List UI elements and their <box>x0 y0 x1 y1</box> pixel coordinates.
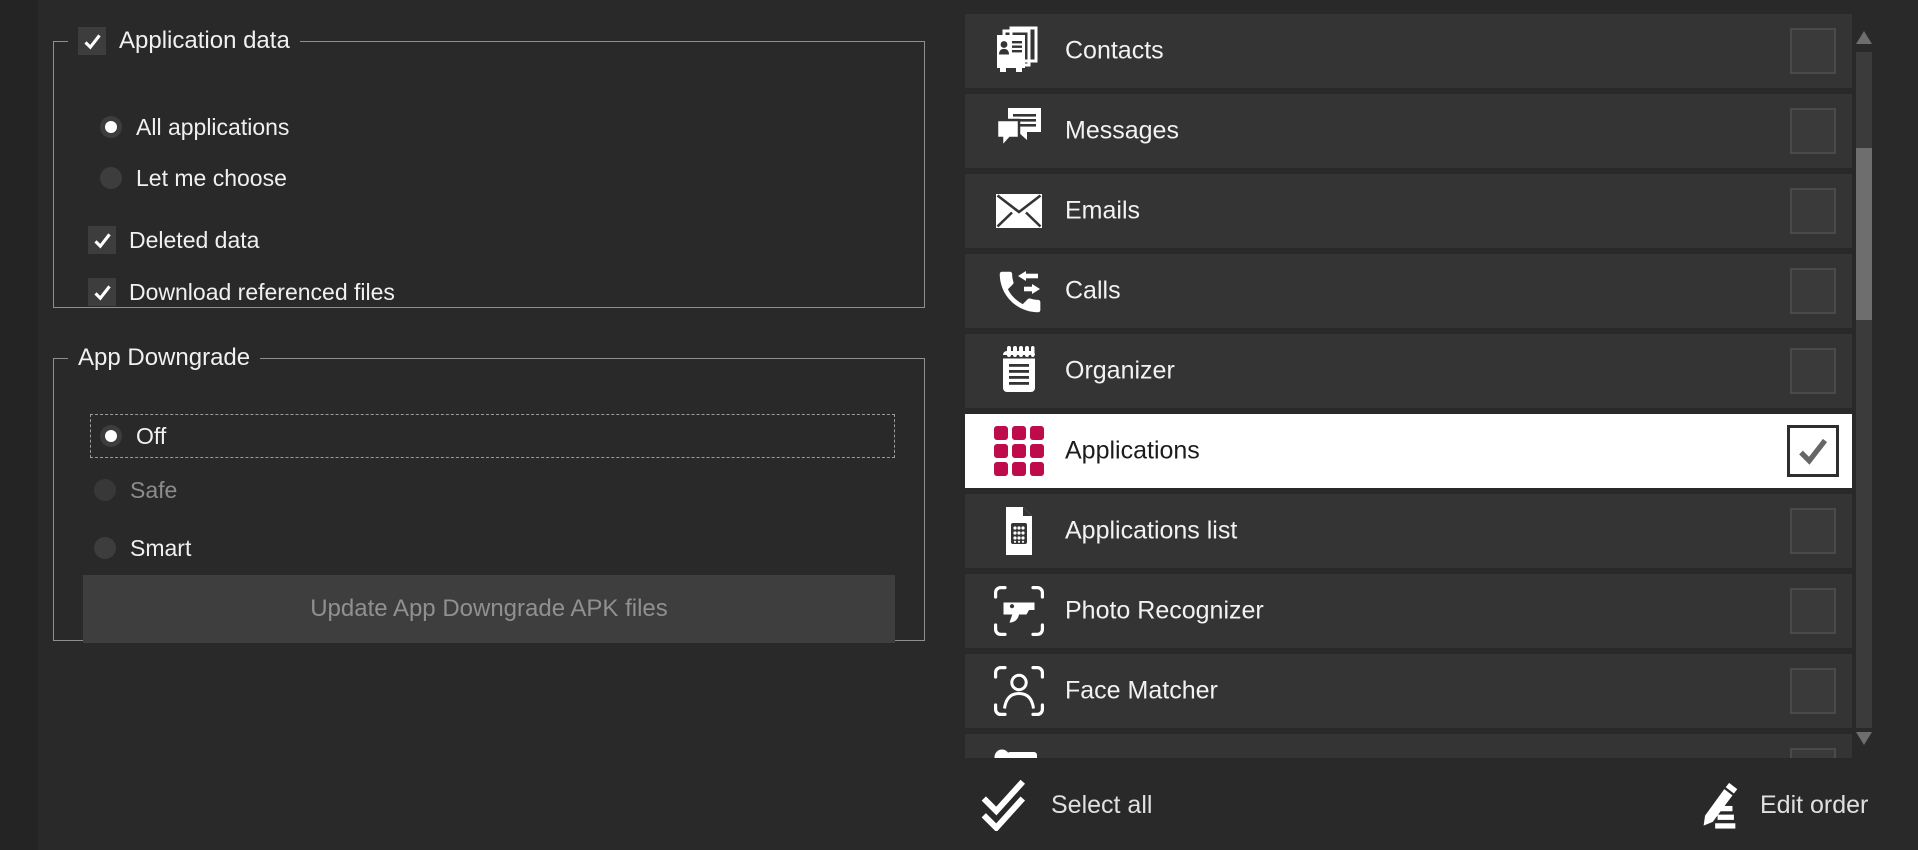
scrollbar-down-arrow[interactable] <box>1856 732 1872 745</box>
application-data-group: Application data All applications Let me… <box>53 26 925 308</box>
list-item-checkbox[interactable] <box>1790 588 1836 634</box>
radio-unselected-icon <box>94 537 116 559</box>
application-data-legend: Application data <box>68 26 300 56</box>
list-item-checkbox[interactable] <box>1790 348 1836 394</box>
applications-icon <box>993 425 1045 477</box>
radio-selected-icon <box>100 425 122 447</box>
edit-order-label: Edit order <box>1760 791 1868 820</box>
radio-label: Smart <box>130 535 191 562</box>
application-data-checkbox[interactable] <box>78 27 106 55</box>
list-item-checkbox[interactable] <box>1790 748 1836 758</box>
window-left-edge <box>0 0 38 850</box>
list-item-label: Photo Recognizer <box>1065 597 1264 626</box>
checkbox-icon <box>88 226 116 254</box>
radio-label: Let me choose <box>136 165 287 192</box>
photo-recognizer-icon <box>993 585 1045 637</box>
checkbox-download-referenced-files[interactable]: Download referenced files <box>88 278 395 306</box>
list-item-label: Organizer <box>1065 357 1175 386</box>
select-all-button[interactable]: Select all <box>979 779 1152 831</box>
emails-icon <box>993 185 1045 237</box>
radio-smart[interactable]: Smart <box>94 533 191 563</box>
list-item-checkbox[interactable] <box>1790 508 1836 554</box>
app-downgrade-group: App Downgrade Off Safe Smart Update App … <box>53 343 925 641</box>
list-item-label: Applications <box>1065 437 1200 466</box>
app-downgrade-legend: App Downgrade <box>68 343 260 373</box>
radio-unselected-icon <box>100 167 122 189</box>
radio-safe[interactable]: Safe <box>94 475 177 505</box>
list-item[interactable]: Applications list <box>965 494 1852 568</box>
check-icon <box>82 31 103 52</box>
calls-icon <box>993 265 1045 317</box>
list-item-label: Contacts <box>1065 37 1164 66</box>
list-item-label: Calls <box>1065 277 1121 306</box>
radio-selected-icon <box>100 116 122 138</box>
scrollbar-up-arrow[interactable] <box>1856 31 1872 44</box>
list-item[interactable]: Face Matcher <box>965 654 1852 728</box>
pencil-icon <box>1694 779 1744 831</box>
scrollbar-track[interactable] <box>1856 52 1872 728</box>
messages-icon <box>993 105 1045 157</box>
face-matcher-icon <box>993 665 1045 717</box>
list-item[interactable]: Messages <box>965 94 1852 168</box>
list-item-label: Messages <box>1065 117 1179 146</box>
double-check-icon <box>979 779 1035 831</box>
check-icon <box>1795 433 1831 469</box>
contacts-icon <box>993 25 1045 77</box>
checkbox-label: Download referenced files <box>129 279 395 306</box>
list-item-checkbox[interactable] <box>1787 425 1839 477</box>
list-item-checkbox[interactable] <box>1790 668 1836 714</box>
list-item[interactable]: Organizer <box>965 334 1852 408</box>
radio-let-me-choose[interactable]: Let me choose <box>100 163 287 193</box>
checkbox-label: Deleted data <box>129 227 259 254</box>
app-downgrade-label: App Downgrade <box>78 343 250 373</box>
category-list: Contacts Messages Emails Calls Organizer… <box>965 0 1852 758</box>
partial-item-icon <box>993 745 1045 758</box>
list-item[interactable]: Photo Recognizer <box>965 574 1852 648</box>
select-all-label: Select all <box>1051 791 1152 820</box>
list-item-label: Face Matcher <box>1065 677 1218 706</box>
radio-unselected-icon <box>94 479 116 501</box>
applications-list-icon <box>993 505 1045 557</box>
list-item-checkbox[interactable] <box>1790 28 1836 74</box>
application-data-label: Application data <box>119 26 290 56</box>
radio-off[interactable]: Off <box>90 414 895 458</box>
organizer-icon <box>993 345 1045 397</box>
list-item-checkbox[interactable] <box>1790 268 1836 314</box>
radio-label: Safe <box>130 477 177 504</box>
radio-label: All applications <box>136 114 289 141</box>
list-item[interactable] <box>965 734 1852 758</box>
check-icon <box>92 282 113 303</box>
checkbox-deleted-data[interactable]: Deleted data <box>88 226 259 254</box>
list-item[interactable]: Contacts <box>965 14 1852 88</box>
list-item[interactable]: Calls <box>965 254 1852 328</box>
scrollbar-thumb[interactable] <box>1856 148 1872 320</box>
check-icon <box>92 230 113 251</box>
update-app-downgrade-apk-button[interactable]: Update App Downgrade APK files <box>83 575 895 643</box>
radio-all-applications[interactable]: All applications <box>100 112 289 142</box>
list-item-label: Applications list <box>1065 517 1237 546</box>
radio-label: Off <box>136 423 166 450</box>
list-item-checkbox[interactable] <box>1790 188 1836 234</box>
list-item[interactable]: Emails <box>965 174 1852 248</box>
list-item-checkbox[interactable] <box>1790 108 1836 154</box>
list-item-label: Emails <box>1065 197 1140 226</box>
list-item[interactable]: Applications <box>965 414 1852 488</box>
edit-order-button[interactable]: Edit order <box>1694 779 1868 831</box>
checkbox-icon <box>88 278 116 306</box>
